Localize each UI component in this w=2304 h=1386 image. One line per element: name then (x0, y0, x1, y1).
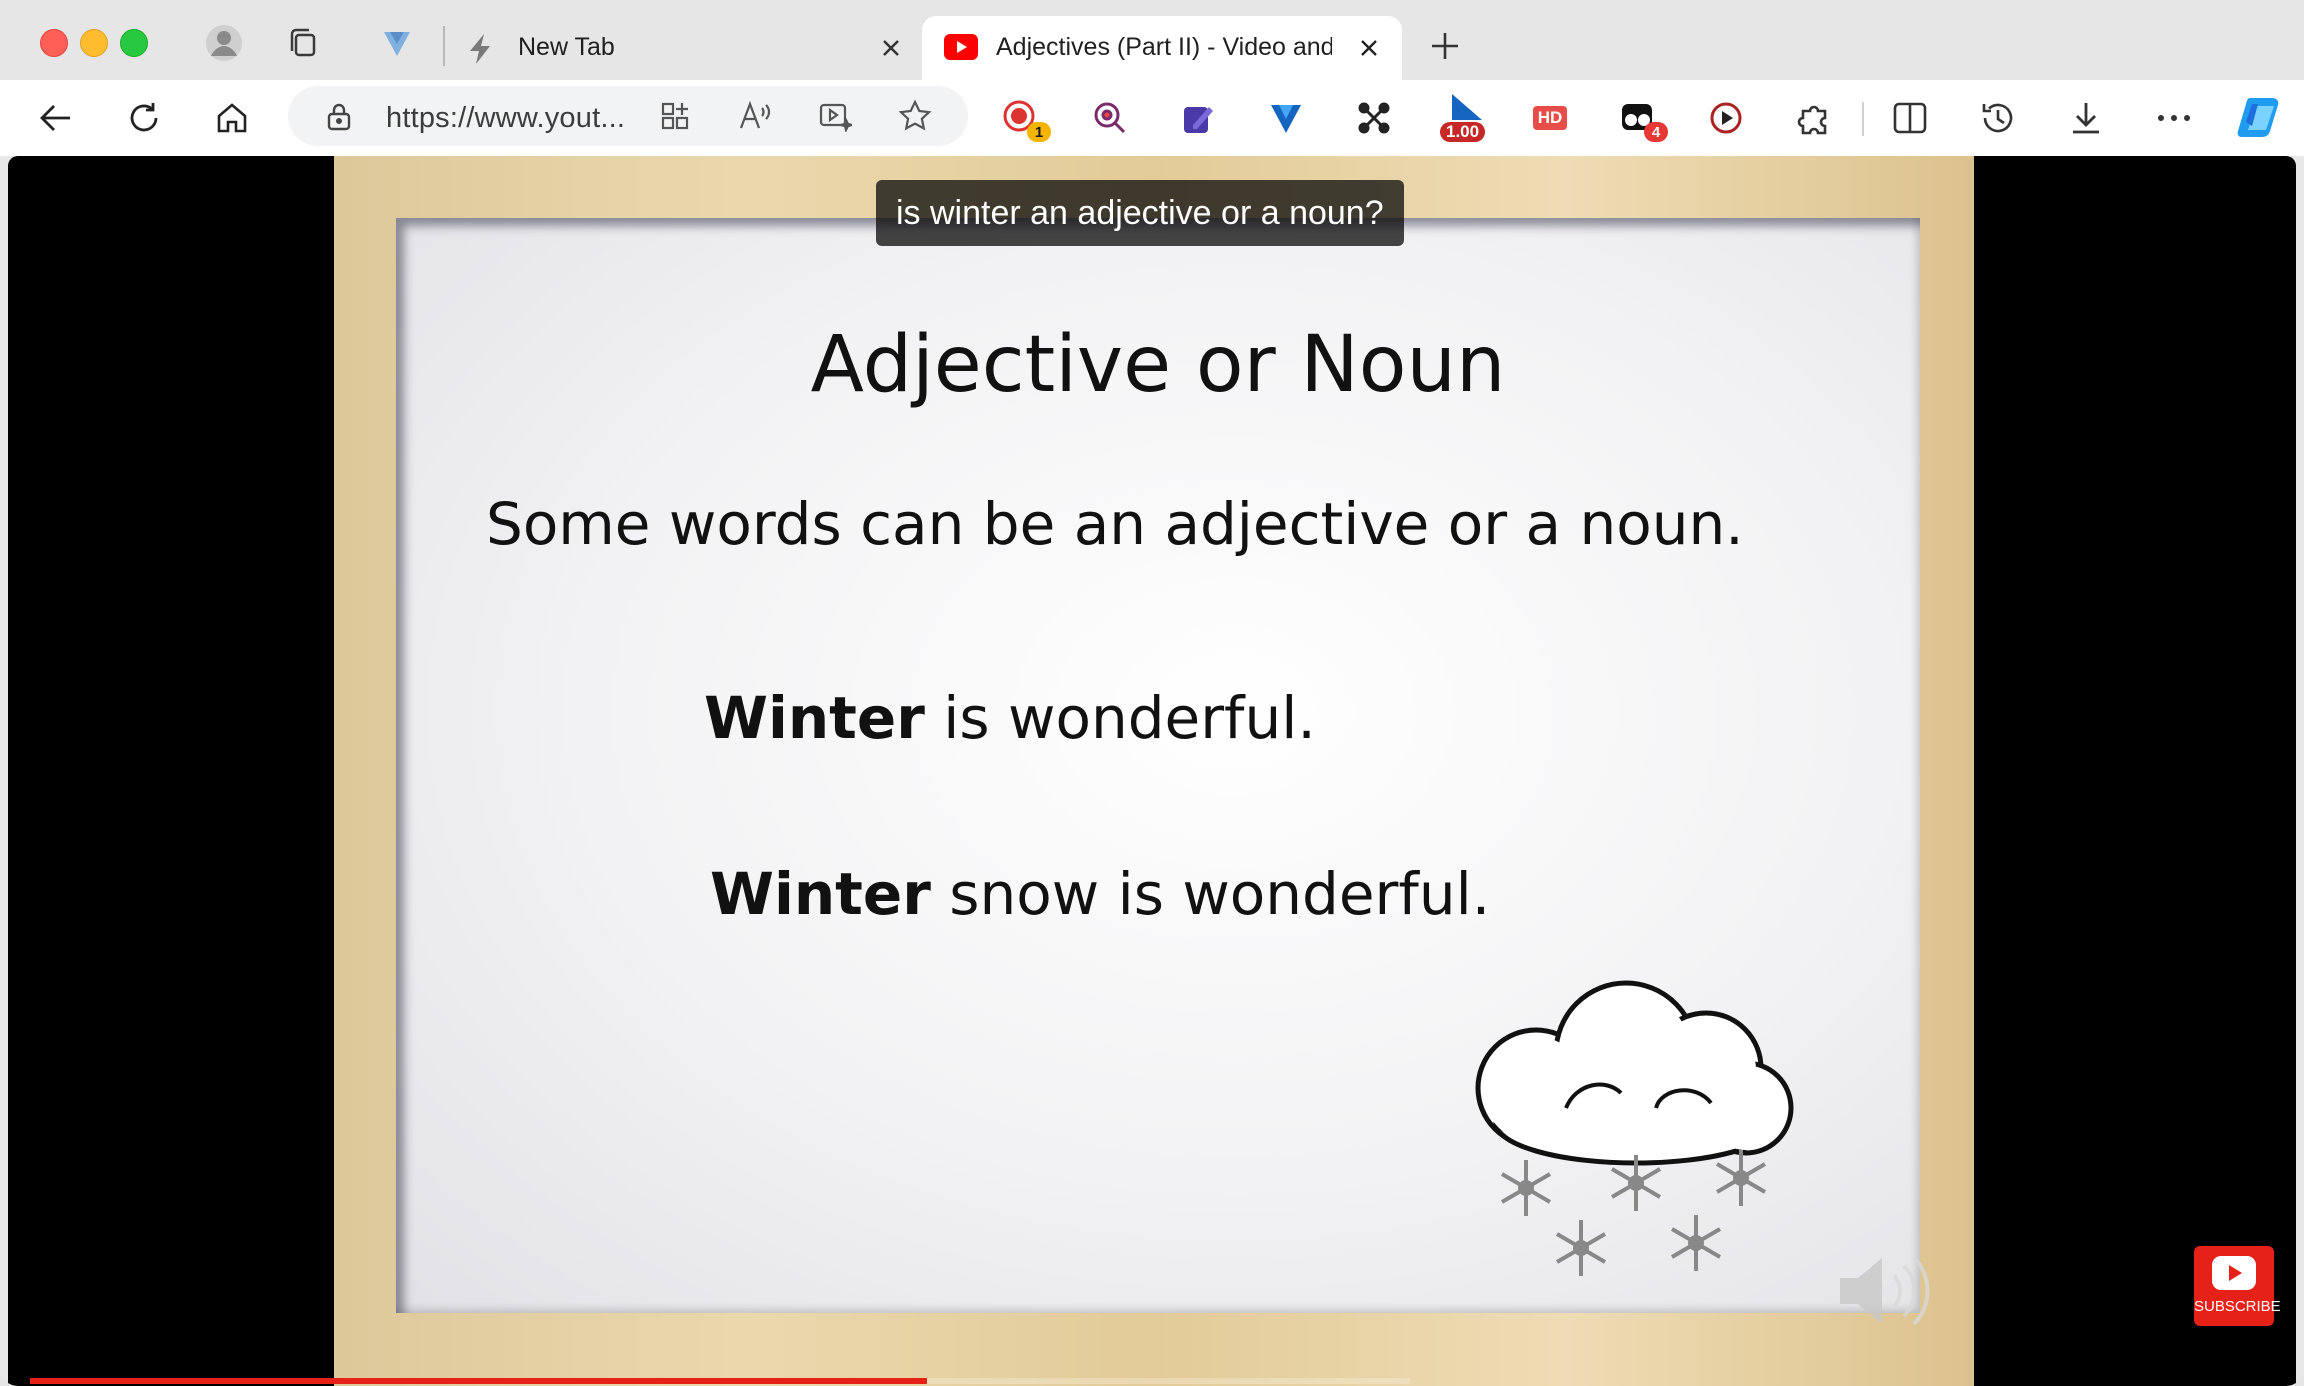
history-icon[interactable] (1976, 96, 2020, 140)
copilot-icon[interactable] (2236, 92, 2286, 142)
slide-example-2: Winter snow is wonderful. (710, 860, 1490, 928)
back-button[interactable] (32, 94, 80, 142)
hd-label: HD (1532, 106, 1568, 130)
video-caption: is winter an adjective or a noun? (876, 180, 1404, 246)
video-player[interactable]: Adjective or Noun Some words can be an a… (8, 156, 2296, 1386)
refresh-button[interactable] (120, 94, 168, 142)
subscribe-label: SUBSCRIBE (2194, 1298, 2281, 1315)
split-screen-icon[interactable] (1888, 96, 1932, 140)
downloads-icon[interactable] (2064, 96, 2108, 140)
favorite-star-icon[interactable] (894, 95, 936, 137)
whiteboard-frame: Adjective or Noun Some words can be an a… (334, 156, 1974, 1386)
video-capture-extension-icon[interactable] (1704, 96, 1748, 140)
profile-avatar-icon[interactable] (203, 22, 245, 64)
window-close-button[interactable] (40, 29, 68, 57)
tab-new-tab[interactable]: New Tab (460, 16, 910, 80)
browser-toolbar: https://www.yout... 1 1.00 HD 4 (0, 80, 2304, 156)
read-aloud-icon[interactable] (734, 95, 776, 137)
address-bar[interactable]: https://www.yout... (288, 86, 968, 146)
example-1-rest: is wonderful. (924, 684, 1316, 752)
new-tab-button[interactable] (1425, 26, 1465, 66)
hd-extension-icon[interactable]: HD (1528, 96, 1572, 140)
playback-speed-extension-icon[interactable]: 1.00 (1440, 94, 1500, 142)
lightning-icon (464, 32, 498, 73)
example-2-rest: snow is wonderful. (930, 860, 1491, 928)
glasses-extension-icon[interactable]: 4 (1616, 96, 1668, 142)
tab-youtube-video[interactable]: Adjectives (Part II) - Video and Workshe… (922, 16, 1402, 80)
window-minimize-button[interactable] (80, 29, 108, 57)
video-progress-fill (30, 1378, 927, 1384)
tab-close-icon[interactable] (1354, 33, 1384, 63)
workspaces-icon[interactable] (283, 22, 325, 64)
screen-record-extension-icon[interactable]: 1 (999, 96, 1051, 142)
more-menu-icon[interactable] (2152, 96, 2196, 140)
connector-extension-icon[interactable] (1352, 96, 1396, 140)
slide-title: Adjective or Noun (810, 320, 1506, 410)
snow-cloud-illustration (1475, 980, 1794, 1276)
app-available-icon[interactable] (654, 95, 696, 137)
notes-extension-icon[interactable] (1176, 96, 1220, 140)
tab-strip: New Tab Adjectives (Part II) - Video and… (0, 0, 2304, 80)
home-button[interactable] (208, 94, 256, 142)
tab-title: New Tab (518, 33, 615, 61)
extensions-puzzle-icon[interactable] (1792, 96, 1836, 140)
slide-line-intro: Some words can be an adjective or a noun… (486, 490, 1744, 558)
tab-title: Adjectives (Part II) - Video and Workshe… (996, 33, 1332, 61)
example-1-bold: Winter (704, 684, 925, 752)
search-extension-icon[interactable] (1088, 96, 1132, 140)
speed-badge: 1.00 (1440, 122, 1486, 142)
url-text[interactable]: https://www.yout... (386, 102, 625, 135)
video-enhance-icon[interactable] (814, 95, 856, 137)
tab-divider (443, 26, 445, 66)
lock-icon[interactable] (318, 95, 360, 137)
tab-close-icon[interactable] (876, 33, 906, 63)
example-2-bold: Winter (710, 860, 931, 928)
browser-window: New Tab Adjectives (Part II) - Video and… (0, 0, 2304, 1386)
window-maximize-button[interactable] (120, 29, 148, 57)
video-progress-bar[interactable] (30, 1378, 1410, 1384)
whiteboard-surface: Adjective or Noun Some words can be an a… (396, 218, 1920, 1313)
filter-extension-icon[interactable] (1264, 96, 1308, 140)
count-badge: 4 (1644, 122, 1668, 142)
youtube-icon (944, 34, 978, 67)
speaker-icon (1840, 1256, 1930, 1326)
slide-example-1: Winter is wonderful. (704, 684, 1316, 752)
record-badge: 1 (1027, 122, 1051, 142)
youtube-icon (2212, 1256, 2256, 1290)
toolbar-divider (1862, 102, 1864, 136)
subscribe-button[interactable]: SUBSCRIBE (2194, 1246, 2281, 1326)
pinned-extension-icon[interactable] (376, 22, 418, 64)
